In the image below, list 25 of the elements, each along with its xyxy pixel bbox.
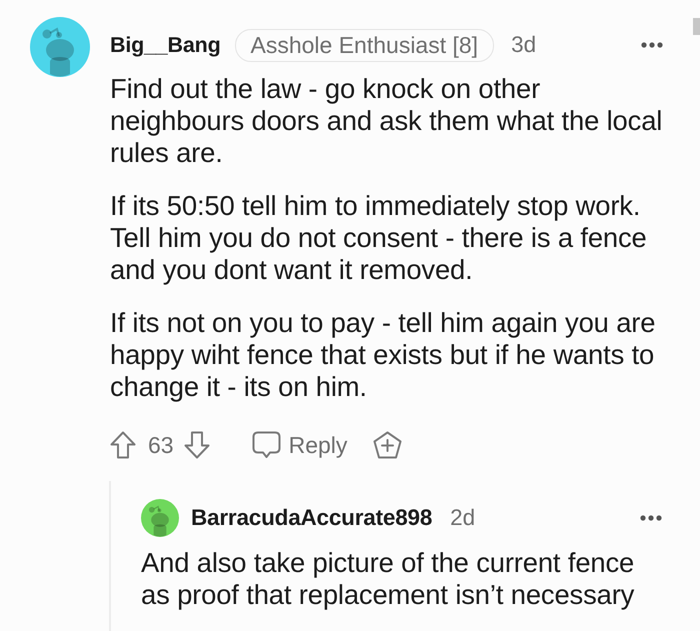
upvote-icon: [110, 431, 136, 459]
scrollbar-thumb[interactable]: [693, 18, 700, 35]
vote-count: 63: [148, 432, 174, 458]
comment-text: And also take picture of the current fence as proof that replacement isn’t necessary: [141, 547, 636, 611]
more-icon: [641, 42, 663, 48]
comment-age: 3d: [511, 32, 536, 58]
more-icon: [640, 515, 662, 521]
reply-button[interactable]: Reply: [252, 431, 348, 459]
more-button[interactable]: [639, 40, 665, 50]
user-flair: Asshole Enthusiast [8]: [234, 28, 494, 62]
award-button[interactable]: [373, 431, 402, 459]
upvote-button[interactable]: [110, 431, 136, 459]
comment-text: If its not on you to pay - tell him again you are happy wiht fence that exists but if he wants to change it - its on him.: [110, 307, 656, 403]
downvote-button[interactable]: [184, 431, 210, 459]
avatar-icon[interactable]: [30, 17, 90, 77]
award-icon: [373, 431, 402, 459]
avatar-icon[interactable]: [141, 499, 179, 537]
comment-text: Find out the law - go knock on other neighbours doors and ask them what the local rules are.: [110, 73, 664, 169]
downvote-icon: [184, 431, 210, 459]
comment-icon: [252, 431, 281, 459]
comment-age: 2d: [450, 505, 476, 531]
more-button[interactable]: [638, 513, 664, 523]
username[interactable]: BarracudaAccurate898: [191, 505, 432, 531]
comment-text: If its 50:50 tell him to immediately stop work. Tell him you do not consent - there is a fence and you dont want it removed.: [110, 190, 648, 286]
username[interactable]: Big__Bang: [110, 32, 220, 58]
